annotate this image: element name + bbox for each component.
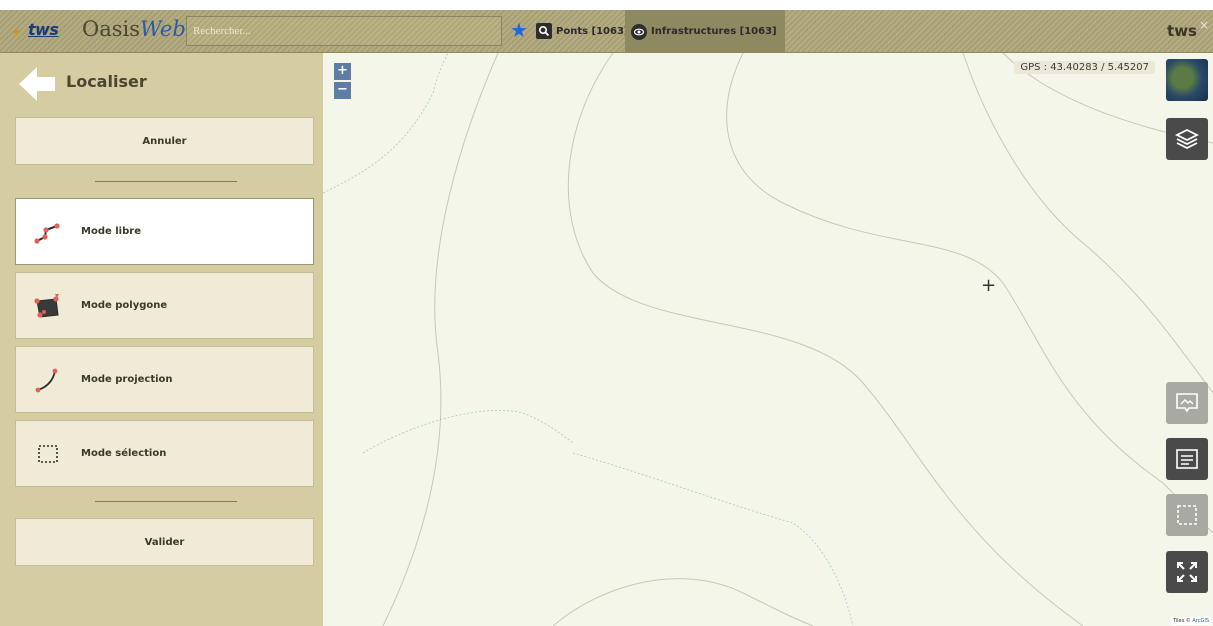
back-arrow-icon[interactable] <box>17 64 57 104</box>
mode-libre-button[interactable]: Mode libre <box>15 198 314 265</box>
favorites-star-icon[interactable]: ★ <box>510 19 528 41</box>
polygon-icon <box>34 293 59 318</box>
infrastructures-label: Infrastructures [1063] <box>651 26 777 37</box>
panel-title: Localiser <box>66 72 147 91</box>
attribution-link[interactable]: ArcGIS <box>1192 618 1209 624</box>
satellite-basemap-icon[interactable] <box>1166 59 1208 101</box>
app-title: OasisWeb <box>82 17 186 41</box>
cancel-label: Annuler <box>142 135 187 147</box>
tws-logo[interactable]: ▸▸ tws <box>14 20 72 41</box>
attribution-prefix: Tiles © <box>1172 618 1193 624</box>
mode-projection-button[interactable]: Mode projection <box>15 346 314 413</box>
divider <box>95 181 237 182</box>
contour-lines <box>323 53 1213 626</box>
projection-curve-icon <box>35 368 58 392</box>
layers-button[interactable] <box>1166 118 1208 160</box>
mode-selection-label: Mode sélection <box>81 448 167 459</box>
map-crosshair: + <box>981 275 997 296</box>
infrastructures-filter-button[interactable]: Infrastructures [1063] <box>625 10 785 53</box>
image-comment-icon <box>1176 393 1198 413</box>
fullscreen-icon <box>1177 562 1197 582</box>
app-title-main: Oasis <box>82 17 141 41</box>
logo-dots-icon: ▸▸ <box>14 27 21 37</box>
selection-box-button[interactable] <box>1166 494 1208 536</box>
layers-icon <box>1175 128 1199 150</box>
user-menu[interactable]: tws <box>1167 22 1197 40</box>
fullscreen-button[interactable] <box>1166 551 1208 593</box>
validate-label: Valider <box>144 536 185 548</box>
close-icon[interactable]: × <box>1199 18 1209 32</box>
selection-box-icon <box>1177 505 1197 525</box>
freehand-line-icon <box>34 222 60 244</box>
mode-selection-button[interactable]: Mode sélection <box>15 420 314 487</box>
mode-polygone-button[interactable]: Mode polygone <box>15 272 314 339</box>
search-input[interactable]: Rechercher... <box>186 16 502 46</box>
localize-panel: Localiser Annuler Mode libre Mode polygo… <box>0 53 323 626</box>
ponts-filter-button[interactable]: Ponts [1063] <box>536 20 629 42</box>
app-window: ▸▸ tws OasisWeb Rechercher... ★ Ponts [1… <box>0 0 1213 626</box>
map-view[interactable]: + − GPS : 43.40283 / 5.45207 + Tiles © A… <box>323 53 1213 626</box>
app-title-accent: Web <box>140 17 186 41</box>
cancel-button[interactable]: Annuler <box>15 117 314 165</box>
list-icon <box>1176 449 1198 469</box>
zoom-in-button[interactable]: + <box>334 63 351 80</box>
map-attribution: Tiles © ArcGIS <box>1170 617 1211 625</box>
search-icon <box>536 23 552 39</box>
mode-polygone-label: Mode polygone <box>81 300 168 311</box>
divider <box>95 501 237 502</box>
top-bar: ▸▸ tws OasisWeb Rechercher... ★ Ponts [1… <box>0 10 1213 53</box>
image-comment-button[interactable] <box>1166 382 1208 424</box>
dashed-selection-icon <box>38 444 58 463</box>
eye-icon <box>631 23 647 40</box>
mode-projection-label: Mode projection <box>81 374 173 385</box>
list-button[interactable] <box>1166 438 1208 480</box>
validate-button[interactable]: Valider <box>15 518 314 566</box>
mode-libre-label: Mode libre <box>81 226 141 237</box>
gps-coordinates: GPS : 43.40283 / 5.45207 <box>1014 61 1155 74</box>
logo-text: tws <box>28 20 59 39</box>
ponts-label: Ponts [1063] <box>556 25 629 37</box>
zoom-out-button[interactable]: − <box>334 82 351 99</box>
